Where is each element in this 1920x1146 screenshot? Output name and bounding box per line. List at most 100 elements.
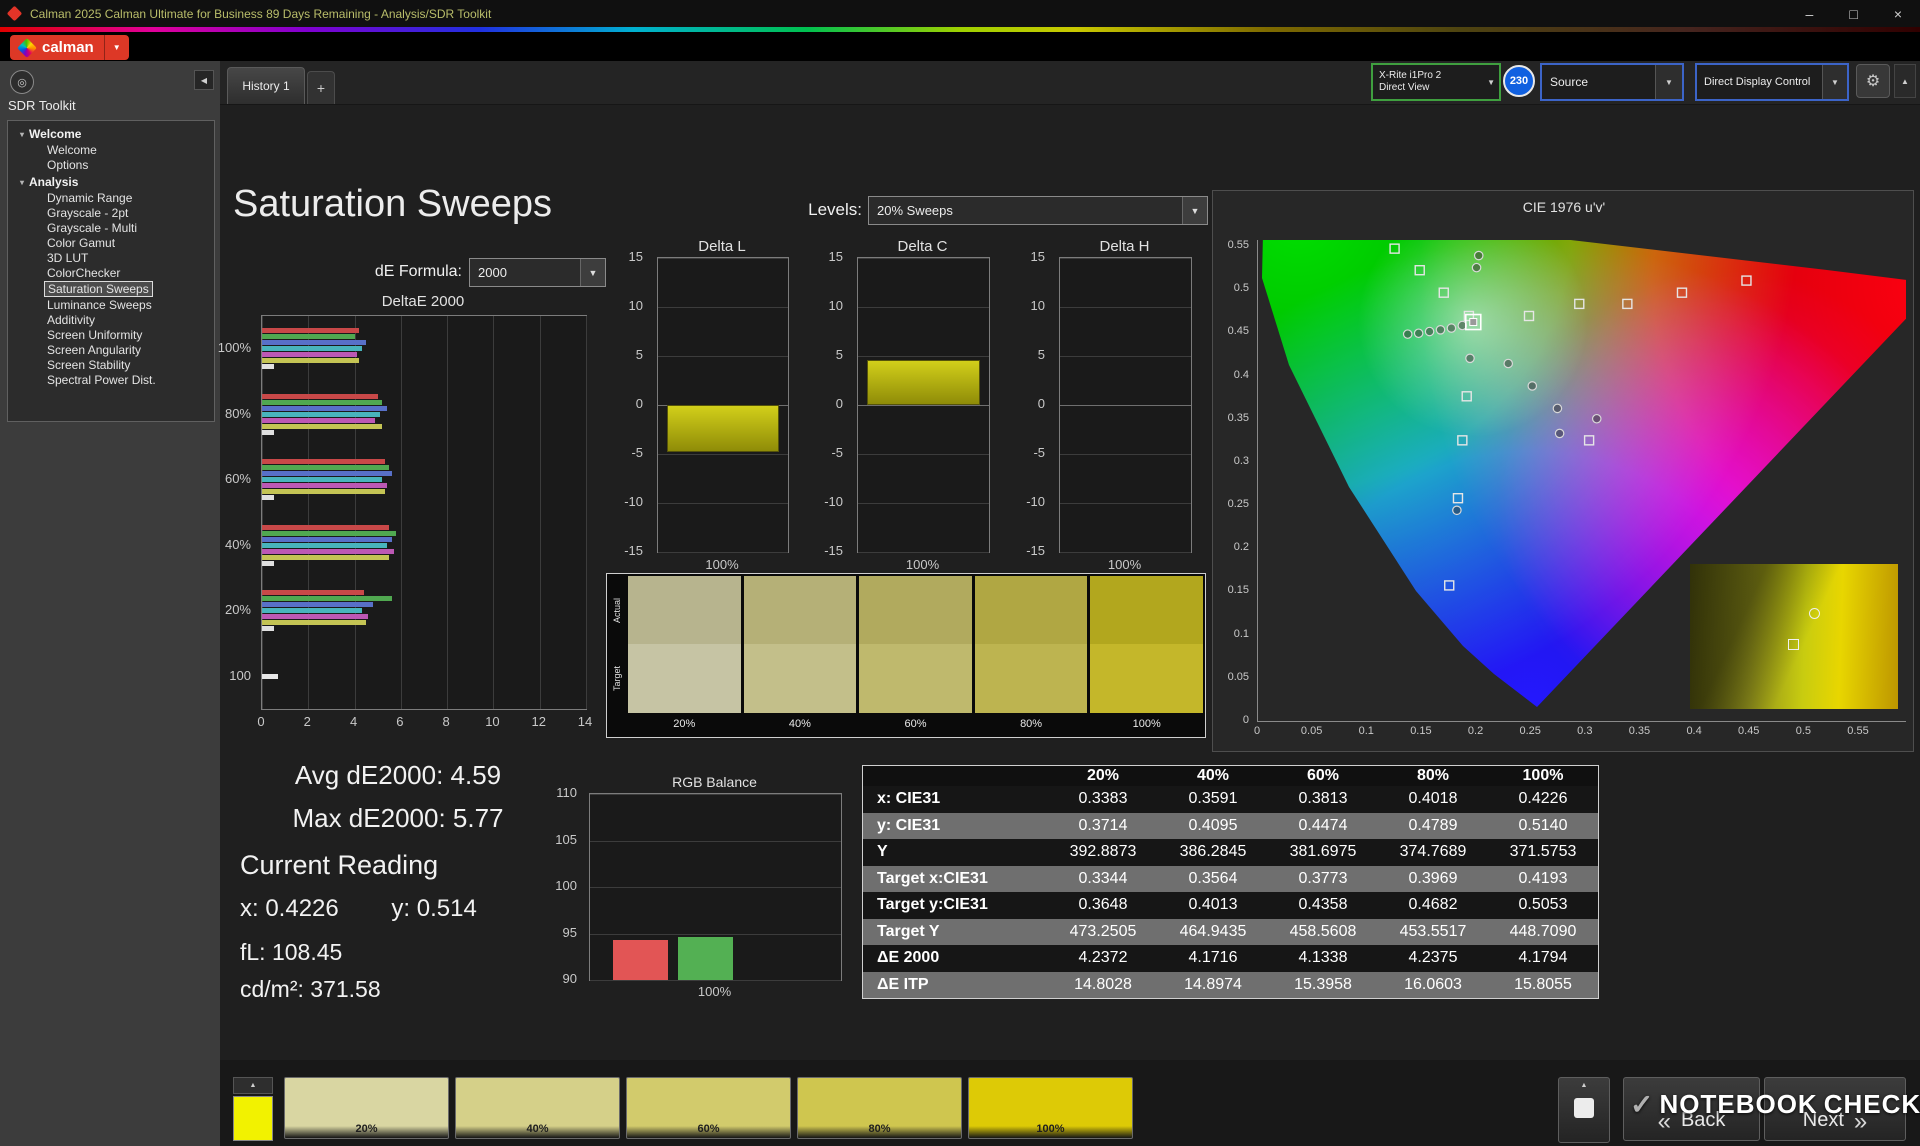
- swatch-column-20%: 20%: [628, 576, 741, 735]
- meter-name: X-Rite i1Pro 2: [1379, 70, 1442, 81]
- de-formula-value: 2000: [478, 265, 507, 280]
- next-button[interactable]: Next »: [1764, 1077, 1906, 1141]
- deltae-bar: [262, 364, 274, 370]
- deltae-bar: [262, 620, 367, 626]
- chevron-down-icon: ▼: [1182, 197, 1207, 224]
- actual-swatch: [1090, 576, 1203, 644]
- deltae-bar: [262, 614, 369, 620]
- calman-pinwheel-icon: [17, 37, 37, 58]
- patch-swatch-40%[interactable]: 40%: [455, 1077, 620, 1139]
- swatch-column-60%: 60%: [859, 576, 972, 735]
- chevron-up-icon: ▲: [1901, 76, 1909, 86]
- deltae-bar: [262, 530, 397, 536]
- back-button[interactable]: « Back: [1623, 1077, 1760, 1141]
- sidebar-item-options[interactable]: Options: [44, 158, 91, 172]
- sidebar-item-screen-stability[interactable]: Screen Stability: [44, 358, 133, 372]
- settings-gear-button[interactable]: ⚙: [1856, 64, 1890, 98]
- patch-swatch-label: 60%: [697, 1123, 720, 1135]
- actual-swatch: [628, 576, 741, 644]
- target-icon: ◎: [17, 76, 27, 89]
- sidebar-item-luminance-sweeps[interactable]: Luminance Sweeps: [44, 298, 155, 312]
- patch-swatch-60%[interactable]: 60%: [626, 1077, 791, 1139]
- expand-triangle-icon: ▾: [20, 129, 25, 139]
- rgb-balance-chart: [589, 793, 842, 981]
- add-tab-button[interactable]: +: [307, 71, 335, 104]
- source-dropdown[interactable]: Source ▼: [1540, 63, 1684, 101]
- delta-l-x-label: 100%: [705, 557, 739, 572]
- sidebar-item-color-gamut[interactable]: Color Gamut: [44, 236, 118, 250]
- delta-c-chart: [857, 257, 990, 553]
- minimize-button[interactable]: –: [1806, 6, 1814, 22]
- chevron-down-icon: ▼: [1487, 77, 1495, 87]
- deltae-bar: [262, 417, 376, 423]
- maximize-button[interactable]: □: [1849, 6, 1857, 22]
- deltae-bar: [262, 459, 385, 465]
- sidebar-item-screen-angularity[interactable]: Screen Angularity: [44, 343, 144, 357]
- sidebar-section-welcome[interactable]: ▾ Welcome: [8, 125, 214, 142]
- calman-logo-button[interactable]: calman ▼: [10, 35, 129, 60]
- sidebar-item-saturation-sweeps[interactable]: Saturation Sweeps: [44, 281, 153, 297]
- actual-swatch: [859, 576, 972, 644]
- meter-count-badge[interactable]: 230: [1503, 65, 1535, 97]
- logo-dropdown-chevron-icon[interactable]: ▼: [103, 35, 129, 60]
- sidebar-item-grayscale-multi[interactable]: Grayscale - Multi: [44, 221, 140, 235]
- deltae-bar: [262, 471, 392, 477]
- delta-c-title: Delta C: [897, 238, 948, 255]
- cie-chart-title: CIE 1976 u'v': [1522, 199, 1606, 215]
- deltae-bar: [262, 608, 362, 614]
- close-button[interactable]: ×: [1894, 6, 1902, 22]
- display-control-label: Direct Display Control: [1704, 76, 1811, 88]
- deltae-bar: [262, 495, 274, 501]
- delta-bar: [667, 405, 779, 453]
- deltae-bar: [262, 542, 387, 548]
- patch-popup-button[interactable]: ▲: [233, 1077, 273, 1094]
- pattern-window-button[interactable]: ▲: [1558, 1077, 1610, 1143]
- deltae-bar-group: [262, 578, 586, 644]
- deltae-bar: [262, 358, 360, 364]
- deltae-bar: [262, 399, 383, 405]
- swatch-row-label: Target: [612, 666, 622, 692]
- source-label: Source: [1550, 75, 1589, 89]
- tab-label: History 1: [242, 79, 290, 93]
- sidebar-item-grayscale-2pt[interactable]: Grayscale - 2pt: [44, 206, 131, 220]
- deltae-bar: [262, 352, 357, 358]
- sidebar-item-dynamic-range[interactable]: Dynamic Range: [44, 191, 135, 205]
- sidebar-item-spectral-power-dist[interactable]: Spectral Power Dist.: [44, 373, 159, 387]
- levels-dropdown[interactable]: 20% Sweeps ▼: [868, 196, 1208, 225]
- levels-value: 20% Sweeps: [877, 203, 953, 218]
- display-control-dropdown[interactable]: Direct Display Control ▼: [1695, 63, 1849, 101]
- sidebar-item-3d-lut[interactable]: 3D LUT: [44, 251, 91, 265]
- meter-dropdown[interactable]: X-Rite i1Pro 2 Direct View ▼: [1371, 63, 1501, 101]
- current-reading-title: Current Reading: [240, 850, 439, 880]
- chevron-down-icon: ▼: [1655, 65, 1682, 99]
- sidebar-item-welcome[interactable]: Welcome: [44, 143, 100, 157]
- plus-icon: +: [316, 80, 326, 96]
- deltae-bar: [262, 334, 355, 340]
- patch-swatch-20%[interactable]: 20%: [284, 1077, 449, 1139]
- next-label: Next: [1802, 1109, 1844, 1131]
- cie-inset-thumbnail: [1690, 564, 1898, 709]
- table-header: [863, 766, 1048, 786]
- deltae2000-chart: [261, 315, 587, 710]
- patch-swatch-label: 20%: [355, 1123, 378, 1135]
- sidebar-collapse-button[interactable]: ◀: [194, 70, 214, 90]
- chevron-up-icon: ▲: [249, 1082, 257, 1089]
- active-patch-swatch[interactable]: [233, 1096, 273, 1141]
- delta-bar: [867, 359, 980, 405]
- table-row: y: CIE31 0.3714 0.4095 0.4474 0.4789 0.5140: [863, 812, 1598, 839]
- de-formula-dropdown[interactable]: 2000 ▼: [469, 258, 606, 287]
- active-patch-control: ▲: [233, 1077, 273, 1141]
- meter-target-button[interactable]: ◎: [10, 70, 34, 94]
- patch-swatch-80%[interactable]: 80%: [797, 1077, 962, 1139]
- deltae2000-x-axis: 0 2 4 6 8 10 12 14: [257, 714, 593, 729]
- sidebar-item-colorchecker[interactable]: ColorChecker: [44, 266, 123, 280]
- sidebar-item-screen-uniformity[interactable]: Screen Uniformity: [44, 328, 145, 342]
- tab-history-1[interactable]: History 1: [227, 67, 305, 104]
- sidebar-section-analysis[interactable]: ▾ Analysis: [8, 173, 214, 190]
- patch-swatch-100%[interactable]: 100%: [968, 1077, 1133, 1139]
- swatch-level-label: 20%: [673, 718, 696, 730]
- sidebar-item-additivity[interactable]: Additivity: [44, 313, 98, 327]
- collapse-panel-button[interactable]: ▲: [1894, 64, 1916, 98]
- deltae2000-chart-title: DeltaE 2000: [381, 293, 465, 310]
- logo-bar: calman ▼: [0, 32, 1920, 61]
